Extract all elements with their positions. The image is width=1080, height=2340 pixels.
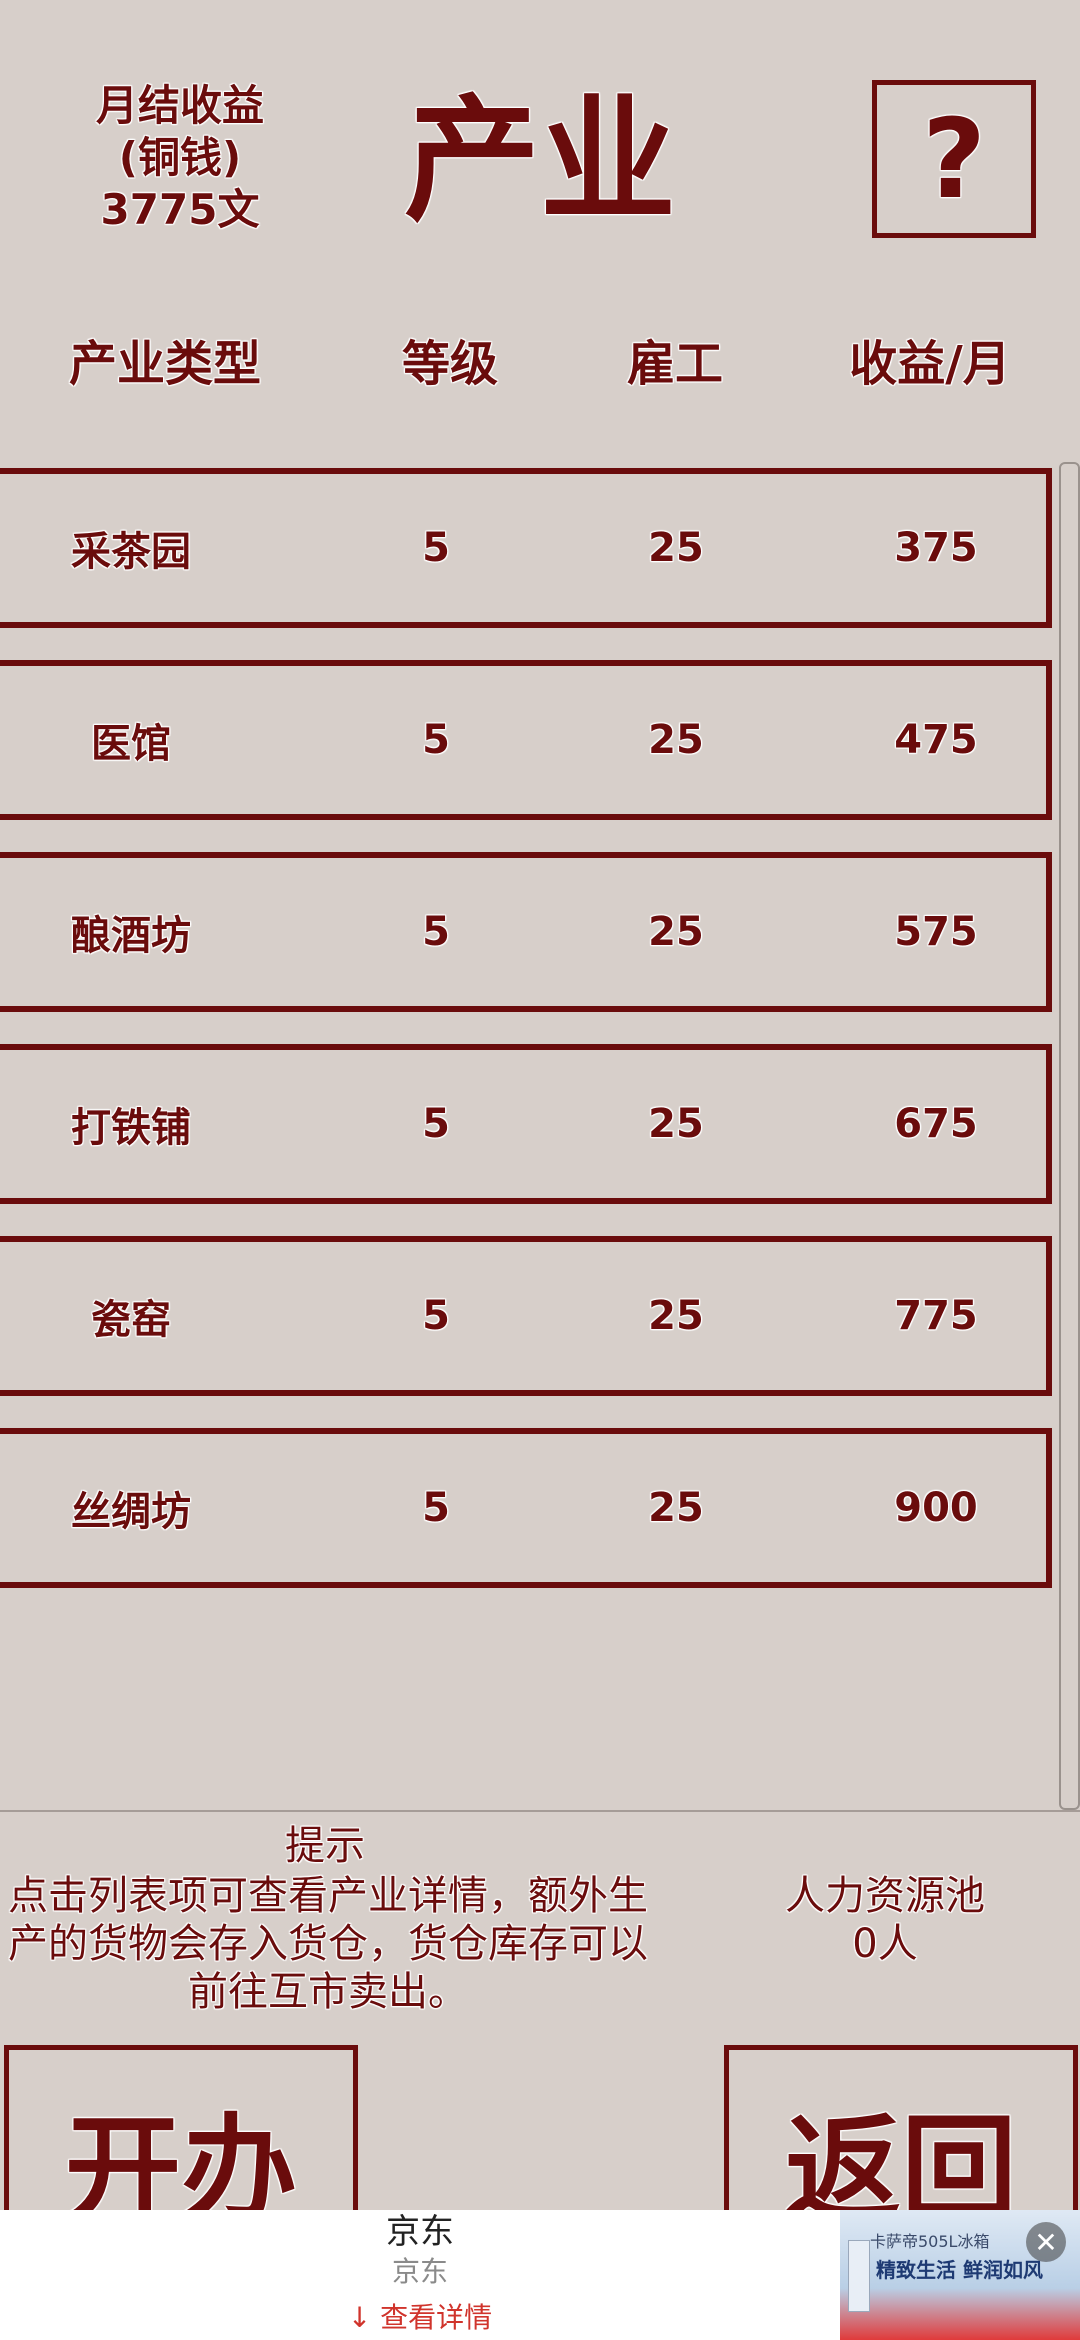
industry-income: 900 — [894, 1485, 978, 1531]
industry-list[interactable]: 采茶园 5 25 375 医馆 5 25 475 酿酒坊 5 25 575 打铁… — [0, 462, 1062, 1812]
industry-row[interactable]: 采茶园 5 25 375 — [0, 468, 1052, 628]
ad-subtitle: 京东 — [391, 2255, 448, 2288]
industry-row[interactable]: 丝绸坊 5 25 900 — [0, 1428, 1052, 1588]
monthly-income: 月结收益 (铜钱) 3775文 — [60, 80, 300, 236]
ad-title: 京东 — [386, 2212, 454, 2252]
industry-workers: 25 — [648, 1101, 704, 1147]
industry-workers: 25 — [648, 1293, 704, 1339]
column-header-workers: 雇工 — [626, 336, 723, 392]
industry-level: 5 — [422, 909, 450, 955]
industry-income: 575 — [894, 909, 978, 955]
income-label: 月结收益 — [95, 81, 264, 130]
close-icon[interactable]: ✕ — [1026, 2222, 1066, 2262]
industry-name: 医馆 — [91, 721, 171, 767]
industry-workers: 25 — [648, 717, 704, 763]
industry-name: 采茶园 — [71, 529, 191, 575]
industry-workers: 25 — [648, 525, 704, 571]
help-button[interactable]: ? — [872, 80, 1036, 238]
industry-level: 5 — [422, 717, 450, 763]
tip-line: 点击列表项可查看产业详情，额外生 — [8, 1873, 648, 1919]
industry-row[interactable]: 酿酒坊 5 25 575 — [0, 852, 1052, 1012]
fridge-icon — [848, 2240, 870, 2312]
column-header-income: 收益/月 — [849, 336, 1011, 392]
industry-income: 775 — [894, 1293, 978, 1339]
labor-pool-label: 人力资源池 — [785, 1873, 985, 1919]
industry-level: 5 — [422, 525, 450, 571]
tip-line: 产的货物会存入货仓，货仓库存可以 — [8, 1921, 648, 1967]
industry-income: 475 — [894, 717, 978, 763]
industry-workers: 25 — [648, 909, 704, 955]
column-header-type: 产业类型 — [68, 336, 261, 392]
industry-level: 5 — [422, 1101, 450, 1147]
industry-level: 5 — [422, 1293, 450, 1339]
industry-name: 酿酒坊 — [71, 913, 191, 959]
list-scrollbar[interactable] — [1059, 462, 1080, 1810]
labor-pool: 人力资源池 0人 — [740, 1872, 1030, 1968]
industry-level: 5 — [422, 1485, 450, 1531]
income-value: 3775文 — [100, 185, 260, 234]
industry-row[interactable]: 打铁铺 5 25 675 — [0, 1044, 1052, 1204]
question-icon: ? — [922, 95, 986, 223]
industry-income: 375 — [894, 525, 978, 571]
divider — [0, 1810, 1080, 1812]
industry-row[interactable]: 瓷窑 5 25 775 — [0, 1236, 1052, 1396]
industry-name: 打铁铺 — [71, 1105, 191, 1151]
industry-workers: 25 — [648, 1485, 704, 1531]
tip-text: 点击列表项可查看产业详情，额外生 产的货物会存入货仓，货仓库存可以 前往互市卖出… — [0, 1872, 668, 2016]
industry-name: 瓷窑 — [91, 1297, 171, 1343]
ad-image-text: 卡萨帝505L冰箱 — [870, 2232, 990, 2251]
page-title: 产业 — [404, 83, 676, 241]
labor-pool-value: 0人 — [852, 1921, 918, 1967]
ad-details-link[interactable]: ↓ 查看详情 — [280, 2298, 560, 2338]
column-header-level: 等级 — [401, 336, 498, 392]
tip-line: 前往互市卖出。 — [188, 1969, 468, 2015]
industry-name: 丝绸坊 — [71, 1489, 191, 1535]
tip-title: 提示 — [285, 1823, 365, 1869]
ad-image-text: 精致生活 鲜润如风 — [876, 2258, 1043, 2282]
income-unit: (铜钱) — [118, 133, 242, 182]
industry-income: 675 — [894, 1101, 978, 1147]
industry-row[interactable]: 医馆 5 25 475 — [0, 660, 1052, 820]
